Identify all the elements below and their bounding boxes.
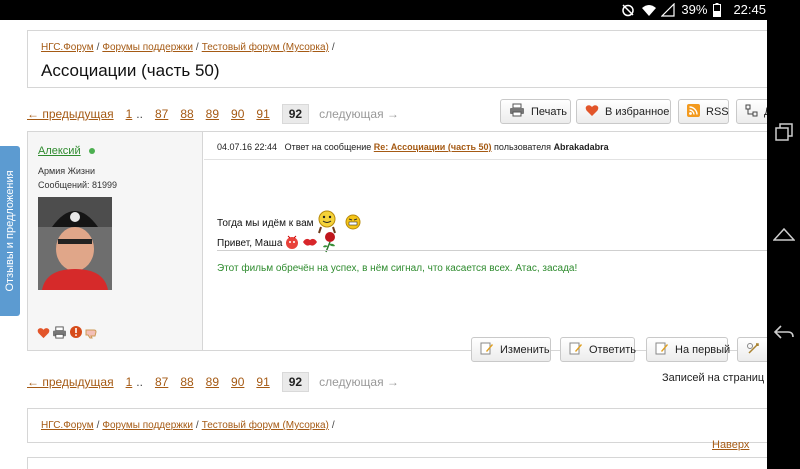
battery-percent: 39% bbox=[681, 2, 708, 17]
avatar[interactable] bbox=[38, 197, 112, 290]
kiss-lips-icon bbox=[302, 237, 318, 250]
next-page-link[interactable]: следующая → bbox=[319, 375, 399, 389]
reply-prefix: Ответ на сообщение bbox=[284, 142, 372, 152]
favorite-button[interactable]: В избранное bbox=[576, 99, 671, 124]
breadcrumb-link[interactable]: Форумы поддержки bbox=[102, 42, 193, 53]
page-link[interactable]: 88 bbox=[180, 107, 193, 121]
page-link[interactable]: 90 bbox=[231, 375, 244, 389]
pager-ellipsis: .. bbox=[136, 375, 143, 389]
author-panel: Алексий Армия Жизни Сообщений: 81999 bbox=[28, 132, 203, 350]
forum-post: Алексий Армия Жизни Сообщений: 81999 04.… bbox=[27, 131, 767, 362]
breadcrumb-link[interactable]: НГС.Форум bbox=[41, 420, 94, 431]
quote-icon bbox=[746, 341, 760, 358]
message-line: Привет, Маша bbox=[217, 231, 339, 256]
reply-user: Abrakadabra bbox=[553, 142, 609, 152]
breadcrumb-link[interactable]: Тестовый форум (Мусорка) bbox=[202, 42, 329, 53]
post-datetime: 04.07.16 22:44 bbox=[217, 142, 278, 152]
to-first-button[interactable]: На первый bbox=[646, 337, 730, 362]
forum-page: Отзывы и предложения НГС.Форум / Форумы по… bbox=[0, 20, 767, 469]
edit-icon bbox=[480, 341, 494, 358]
current-page: 92 bbox=[281, 372, 310, 392]
printer-icon bbox=[509, 103, 525, 120]
page-link[interactable]: 91 bbox=[256, 375, 269, 389]
thumbs-down-icon[interactable] bbox=[85, 326, 101, 344]
system-status-bar: 39% 22:45 bbox=[0, 0, 800, 20]
message-header: 04.07.16 22:44 Ответ на сообщение Re: Ас… bbox=[204, 132, 767, 160]
records-per-page-label: Записей на страниц bbox=[662, 372, 765, 384]
breadcrumb: НГС.Форум / Форумы поддержки / Тестовый фору… bbox=[41, 42, 335, 53]
reply-to-link[interactable]: Re: Ассоциации (часть 50) bbox=[374, 142, 492, 152]
breadcrumb: НГС.Форум / Форумы поддержки / Тестовый фору… bbox=[41, 420, 335, 431]
page-link[interactable]: 91 bbox=[256, 107, 269, 121]
prev-page-link[interactable]: ← предыдущая bbox=[27, 375, 114, 389]
page-link[interactable]: 89 bbox=[206, 107, 219, 121]
signature: Этот фильм обречён на успех, в нём сигна… bbox=[217, 263, 578, 274]
author-message-count: Сообщений: 81999 bbox=[38, 180, 118, 190]
pagination-top: ← предыдущая 1 .. 87 88 89 90 91 92 след… bbox=[27, 104, 399, 124]
back-to-top-link[interactable]: Наверх bbox=[712, 439, 749, 451]
breadcrumb-link[interactable]: Форумы поддержки bbox=[102, 420, 193, 431]
home-icon[interactable] bbox=[772, 222, 796, 246]
clock: 22:45 bbox=[733, 2, 766, 17]
thread-header: НГС.Форум / Форумы поддержки / Тестовый фору… bbox=[27, 30, 767, 88]
page-title: Ассоциации (часть 50) bbox=[41, 61, 220, 80]
page-link[interactable]: 1 bbox=[126, 375, 133, 389]
footer-breadcrumb-box: НГС.Форум / Форумы поддержки / Тестовый фору… bbox=[27, 408, 767, 443]
wifi-icon bbox=[641, 3, 657, 17]
more-button[interactable]: Д bbox=[736, 99, 767, 124]
warning-icon[interactable] bbox=[69, 325, 83, 344]
breadcrumb-link[interactable]: Тестовый форум (Мусорка) bbox=[202, 420, 329, 431]
quote-button[interactable] bbox=[737, 337, 767, 362]
next-page-link[interactable]: следующая → bbox=[319, 107, 399, 121]
heart-icon bbox=[585, 104, 599, 120]
back-icon[interactable] bbox=[772, 320, 796, 344]
edit-button[interactable]: Изменить bbox=[471, 337, 551, 362]
heart-icon[interactable] bbox=[37, 326, 50, 344]
breadcrumb-link[interactable]: НГС.Форум bbox=[41, 42, 94, 53]
battery-icon bbox=[713, 3, 727, 17]
page-link[interactable]: 87 bbox=[155, 375, 168, 389]
pagination-bottom: ← предыдущая 1 .. 87 88 89 90 91 92 след… bbox=[27, 372, 399, 392]
page-link[interactable]: 90 bbox=[231, 107, 244, 121]
page-link[interactable]: 89 bbox=[206, 375, 219, 389]
post-icon-row bbox=[37, 325, 101, 344]
signature-divider bbox=[217, 250, 767, 251]
page-link[interactable]: 1 bbox=[126, 107, 133, 121]
author-name[interactable]: Алексий bbox=[38, 145, 81, 157]
feedback-tab[interactable]: Отзывы и предложения bbox=[0, 146, 20, 316]
tree-icon bbox=[745, 104, 758, 120]
user-prefix: пользователя bbox=[494, 142, 552, 152]
rose-icon bbox=[321, 231, 339, 256]
bottom-panel bbox=[27, 457, 767, 469]
pager-ellipsis: .. bbox=[136, 107, 143, 121]
page-link[interactable]: 87 bbox=[155, 107, 168, 121]
page-link[interactable]: 88 bbox=[180, 375, 193, 389]
reply-button[interactable]: Ответить bbox=[560, 337, 636, 362]
recent-apps-icon[interactable] bbox=[772, 120, 796, 144]
signal-icon bbox=[660, 2, 676, 17]
author-rank: Армия Жизни bbox=[38, 166, 96, 176]
grin-smiley-icon bbox=[345, 214, 361, 233]
printer-icon[interactable] bbox=[52, 325, 67, 344]
rss-icon bbox=[687, 103, 700, 120]
first-post-icon bbox=[655, 341, 669, 358]
print-button[interactable]: Печать bbox=[500, 99, 571, 124]
system-nav-bar bbox=[767, 20, 800, 469]
current-page: 92 bbox=[281, 104, 310, 124]
alarm-off-icon bbox=[621, 3, 635, 17]
online-indicator bbox=[89, 148, 95, 154]
prev-page-link[interactable]: ← предыдущая bbox=[27, 107, 114, 121]
reply-icon bbox=[569, 341, 583, 358]
message-panel: 04.07.16 22:44 Ответ на сообщение Re: Ас… bbox=[37, 132, 767, 362]
rss-button[interactable]: RSS bbox=[678, 99, 729, 124]
